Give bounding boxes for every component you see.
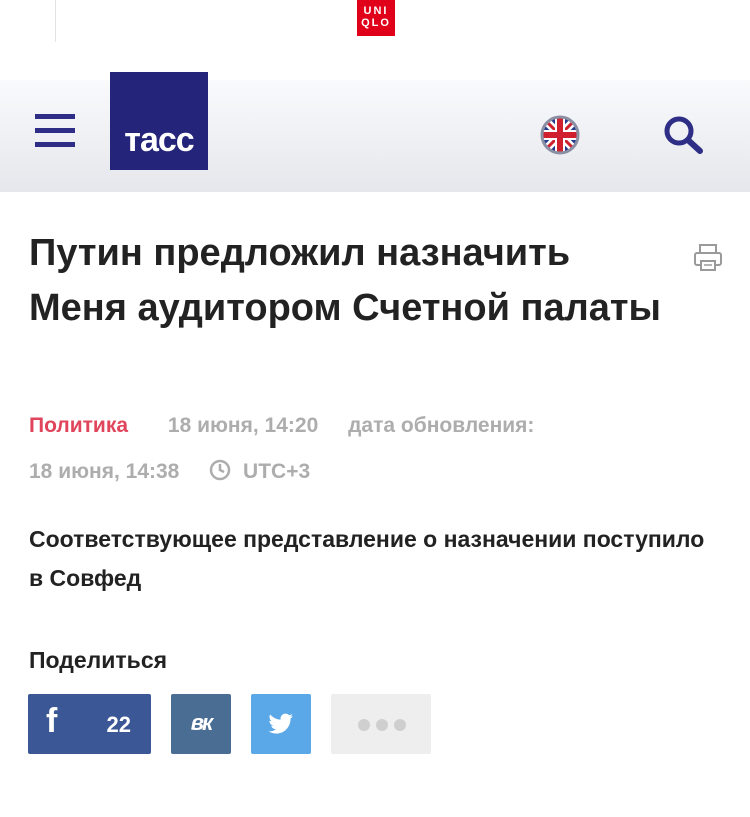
ad-banner[interactable]: UNI QLO bbox=[0, 0, 750, 52]
timezone-label: UTC+3 bbox=[243, 460, 311, 483]
ad-divider bbox=[55, 0, 56, 42]
hamburger-icon-bar bbox=[35, 114, 75, 119]
print-button[interactable] bbox=[693, 243, 723, 273]
share-twitter-button[interactable] bbox=[251, 694, 311, 754]
printer-icon bbox=[694, 244, 722, 271]
tass-logo[interactable]: тасс bbox=[110, 72, 208, 170]
menu-button[interactable] bbox=[35, 114, 75, 150]
updated-label: дата обновления: bbox=[348, 414, 535, 437]
search-icon bbox=[664, 116, 703, 154]
article-meta-updated: 18 июня, 14:38 UTC+3 bbox=[29, 459, 310, 484]
search-button[interactable] bbox=[662, 114, 704, 156]
ad-logo-line-2: QLO bbox=[361, 17, 391, 29]
dot bbox=[376, 719, 388, 731]
vk-icon: вк bbox=[190, 710, 213, 735]
share-facebook-button[interactable]: f 22 bbox=[28, 694, 151, 754]
twitter-icon bbox=[268, 713, 293, 734]
article-headline: Путин предложил назначить Меня аудитором… bbox=[29, 232, 661, 329]
hamburger-icon-bar bbox=[35, 128, 75, 133]
more-dots-icon bbox=[358, 718, 412, 736]
share-vk-button[interactable]: вк bbox=[171, 694, 231, 754]
language-switch-button[interactable] bbox=[540, 115, 580, 155]
clock-icon bbox=[209, 459, 231, 481]
article-lead: Соответствующее представление о назначен… bbox=[29, 526, 705, 591]
page: UNI QLO тасс Путин предложил назначить М… bbox=[0, 0, 750, 817]
tass-logo-text: тасс bbox=[124, 121, 194, 159]
hamburger-icon-bar bbox=[35, 142, 75, 147]
article-meta: Политика 18 июня, 14:20 дата обновления: bbox=[29, 414, 534, 438]
dot bbox=[394, 719, 406, 731]
category-link[interactable]: Политика bbox=[29, 414, 128, 437]
share-title: Поделиться bbox=[29, 647, 168, 673]
uk-flag-icon bbox=[540, 115, 580, 155]
updated-date: 18 июня, 14:38 bbox=[29, 460, 180, 483]
ad-logo-line-1: UNI bbox=[363, 5, 389, 17]
published-date: 18 июня, 14:20 bbox=[167, 414, 319, 437]
share-more-button[interactable] bbox=[331, 694, 431, 754]
uniqlo-logo[interactable]: UNI QLO bbox=[357, 0, 395, 36]
site-header: тасс bbox=[0, 72, 750, 192]
facebook-share-count: 22 bbox=[106, 712, 131, 737]
facebook-icon: f bbox=[46, 702, 58, 740]
dot bbox=[358, 719, 370, 731]
